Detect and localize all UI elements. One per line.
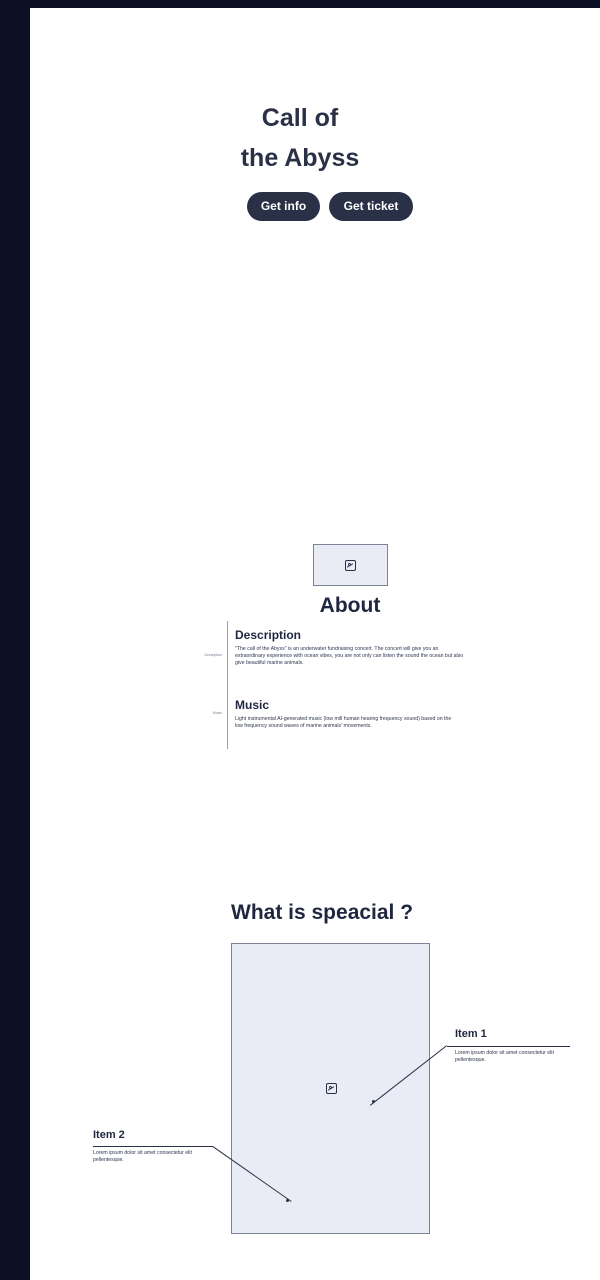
item-2-title: Item 2 — [93, 1129, 125, 1141]
item-2-text: Lorem ipsum dolor sit amet consectetur e… — [93, 1150, 192, 1163]
item-1-text: Lorem ipsum dolor sit amet consectetur e… — [455, 1050, 554, 1063]
item-1-marker — [372, 1100, 375, 1103]
music-side-label: Music — [212, 711, 222, 715]
item-2-underline — [93, 1146, 213, 1147]
hero-title-line-2: the Abyss — [240, 144, 360, 172]
get-info-button[interactable]: Get info — [247, 192, 320, 221]
description-side-label: Description — [204, 653, 222, 657]
description-title: Description — [235, 628, 302, 642]
item-1-underline — [447, 1046, 570, 1047]
about-image-placeholder — [313, 544, 388, 586]
special-title: What is speacial ? — [231, 901, 414, 924]
get-ticket-button[interactable]: Get ticket — [329, 192, 413, 221]
hero-title: Call of the Abyss — [0, 98, 600, 178]
music-text: Light instrumental AI-generated music (l… — [235, 716, 452, 729]
image-placeholder-icon — [345, 560, 356, 571]
about-title: About — [319, 594, 381, 617]
about-divider — [227, 621, 228, 749]
special-image-placeholder — [231, 943, 430, 1234]
music-title: Music — [235, 698, 270, 712]
item-2-marker — [286, 1199, 289, 1202]
item-1-title: Item 1 — [455, 1028, 487, 1040]
hero-title-line-1: Call of — [261, 104, 339, 132]
description-text: "The call of the Abyss" is an underwater… — [235, 646, 464, 666]
image-placeholder-icon — [326, 1083, 337, 1094]
